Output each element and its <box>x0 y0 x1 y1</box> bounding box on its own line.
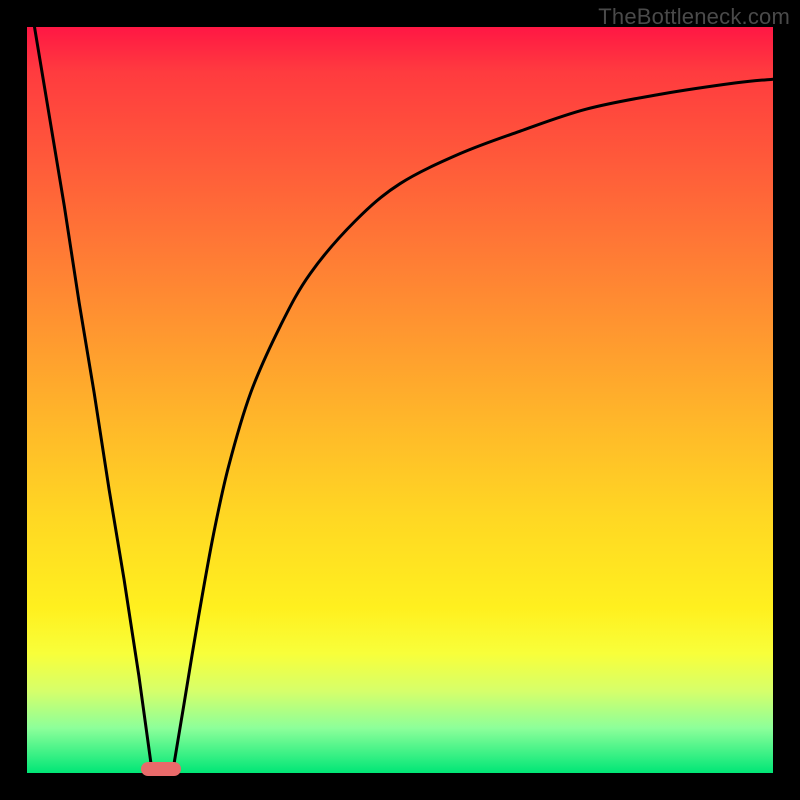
watermark-text: TheBottleneck.com <box>598 4 790 30</box>
curve-right-branch <box>173 79 774 773</box>
curve-left-branch <box>35 27 153 773</box>
curve-svg <box>27 27 773 773</box>
plot-area <box>27 27 773 773</box>
chart-frame: TheBottleneck.com <box>0 0 800 800</box>
bottleneck-marker <box>141 762 181 776</box>
